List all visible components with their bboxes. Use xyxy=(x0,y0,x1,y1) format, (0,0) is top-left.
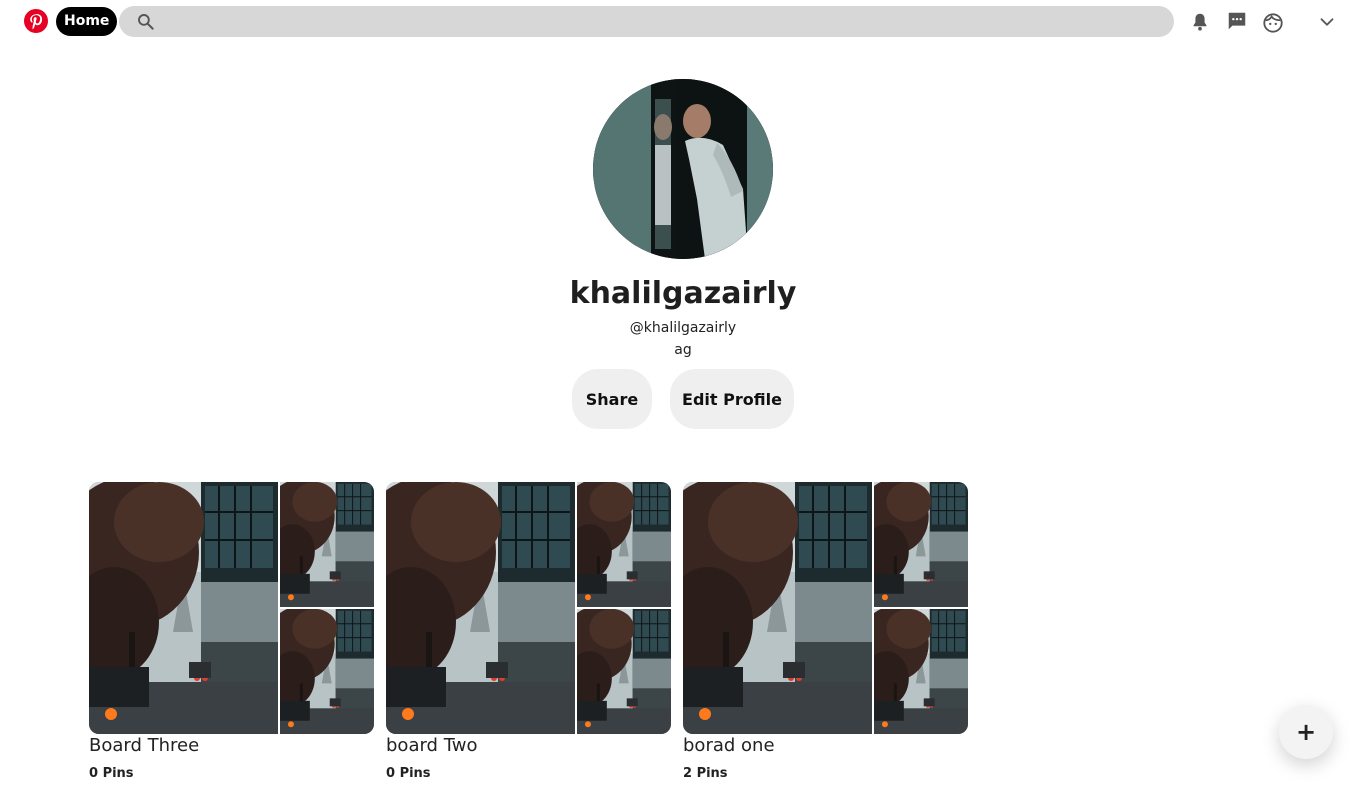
share-button[interactable]: Share xyxy=(572,369,652,429)
profile-avatar xyxy=(593,79,773,259)
board-cover xyxy=(89,482,374,734)
board-cover-image xyxy=(577,482,671,607)
board-title: Board Three xyxy=(89,735,200,756)
board-cover xyxy=(683,482,968,734)
profile-face-icon[interactable] xyxy=(1262,12,1284,34)
board-cover-image xyxy=(577,609,671,734)
home-tab[interactable]: Home xyxy=(56,7,118,36)
profile-bio: ag xyxy=(674,342,692,358)
edit-profile-button[interactable]: Edit Profile xyxy=(670,369,794,429)
profile-handle: @khalilgazairly xyxy=(629,320,737,336)
board-pin-count: 0 Pins xyxy=(386,766,431,781)
board-cover-image xyxy=(386,482,575,734)
board-pin-count: 2 Pins xyxy=(683,766,728,781)
board-title: board Two xyxy=(386,735,478,756)
chevron-down-icon[interactable] xyxy=(1316,11,1338,33)
search-input[interactable] xyxy=(165,6,1159,39)
board-card[interactable]: borad one 2 Pins xyxy=(683,482,968,787)
board-card[interactable]: Board Three 0 Pins xyxy=(89,482,374,787)
top-navigation: Home xyxy=(0,0,1366,44)
pinterest-logo-icon[interactable] xyxy=(24,9,48,33)
board-cover xyxy=(386,482,671,734)
search-icon xyxy=(136,12,155,31)
board-cover-image xyxy=(874,609,968,734)
create-plus-button[interactable]: + xyxy=(1279,705,1333,759)
board-cover-image xyxy=(280,609,374,734)
board-card[interactable]: board Two 0 Pins xyxy=(386,482,671,787)
message-icon[interactable] xyxy=(1226,10,1248,32)
board-pin-count: 0 Pins xyxy=(89,766,134,781)
profile-name: khalilgazairly xyxy=(569,276,797,311)
board-cover-image xyxy=(683,482,872,734)
bell-icon[interactable] xyxy=(1189,11,1211,33)
board-cover-image xyxy=(280,482,374,607)
search-bar[interactable] xyxy=(119,6,1174,39)
board-title: borad one xyxy=(683,735,775,756)
board-cover-image xyxy=(874,482,968,607)
board-cover-image xyxy=(89,482,278,734)
